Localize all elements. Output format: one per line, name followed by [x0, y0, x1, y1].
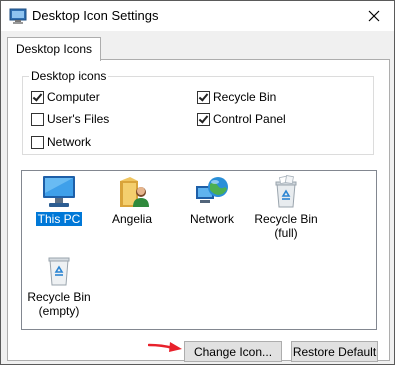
checkbox-label: Recycle Bin	[213, 90, 277, 104]
list-item-this-pc[interactable]: This PC	[23, 175, 95, 226]
list-item-label: Angelia	[111, 212, 153, 226]
close-button[interactable]	[354, 1, 394, 31]
checkbox-box[interactable]	[197, 90, 210, 104]
checkbox-label: User's Files	[47, 112, 110, 126]
desktop-icons-tab-panel: Desktop icons Computer Recycle Bin User'…	[7, 59, 390, 362]
tab-strip: Desktop Icons	[1, 31, 394, 61]
checkbox-label: Control Panel	[213, 112, 286, 126]
desktop-icons-groupbox: Desktop icons Computer Recycle Bin User'…	[22, 69, 374, 155]
tab-desktop-icons[interactable]: Desktop Icons	[7, 37, 102, 61]
checkbox-network[interactable]: Network	[31, 134, 91, 150]
recycle-bin-full-icon	[275, 175, 297, 208]
list-item-recycle-bin-empty[interactable]: Recycle Bin (empty)	[23, 253, 95, 318]
list-item-label: This PC	[35, 212, 83, 226]
checkbox-label: Computer	[47, 90, 100, 104]
checkbox-users-files[interactable]: User's Files	[31, 111, 109, 127]
network-globe-icon	[196, 177, 228, 203]
list-item-angelia[interactable]: Angelia	[96, 175, 168, 226]
monitor-icon	[43, 176, 75, 207]
checkbox-box[interactable]	[31, 135, 44, 149]
desktop-icon-settings-dialog: Desktop Icon Settings Desktop Icons Desk…	[0, 0, 395, 365]
restore-default-button[interactable]: Restore Default	[291, 341, 378, 362]
list-item-label: Network	[189, 212, 234, 226]
settings-app-icon	[9, 7, 27, 25]
checkbox-label: Network	[47, 135, 92, 149]
icon-list-view[interactable]: This PC Angelia Network Recycle Bin (ful…	[21, 170, 377, 330]
recycle-bin-empty-icon	[48, 257, 70, 286]
checkbox-box[interactable]	[197, 112, 210, 126]
checkbox-box[interactable]	[31, 90, 44, 104]
close-icon	[368, 10, 380, 22]
list-item-label: Recycle Bin (full)	[254, 212, 318, 240]
list-item-label: Recycle Bin (empty)	[27, 290, 91, 318]
checkbox-recycle-bin[interactable]: Recycle Bin	[197, 89, 276, 105]
window-title: Desktop Icon Settings	[32, 8, 159, 23]
change-icon-button[interactable]: Change Icon...	[184, 341, 282, 362]
title-bar: Desktop Icon Settings	[1, 1, 394, 31]
group-legend: Desktop icons	[29, 69, 109, 83]
list-item-network[interactable]: Network	[176, 175, 248, 226]
red-arrow-annotation-icon	[148, 342, 182, 352]
checkbox-control-panel[interactable]: Control Panel	[197, 111, 286, 127]
checkbox-computer[interactable]: Computer	[31, 89, 100, 105]
list-item-recycle-bin-full[interactable]: Recycle Bin (full)	[250, 175, 322, 240]
checkbox-box[interactable]	[31, 112, 44, 126]
user-folder-icon	[120, 177, 149, 207]
